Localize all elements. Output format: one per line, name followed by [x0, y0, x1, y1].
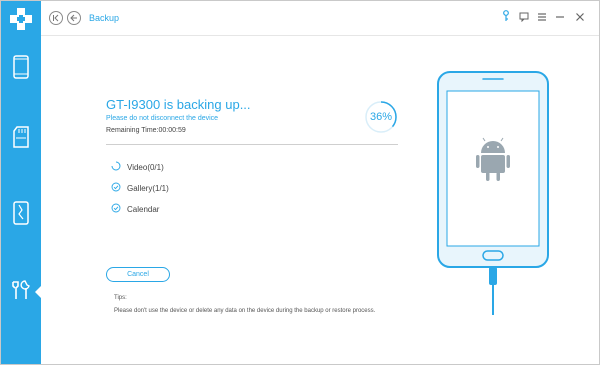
close-icon	[575, 9, 585, 27]
phone-illustration	[437, 71, 549, 315]
sidebar-item-tools[interactable]	[1, 268, 41, 316]
broken-phone-icon	[13, 200, 29, 230]
sd-card-icon	[13, 125, 29, 153]
menu-icon	[537, 9, 547, 27]
back-button[interactable]	[67, 11, 81, 25]
cancel-button[interactable]: Cancel	[106, 267, 170, 282]
phone-icon	[13, 54, 29, 84]
tools-icon	[10, 279, 32, 306]
backup-heading: GT-I9300 is backing up...	[106, 97, 251, 112]
divider	[106, 144, 398, 145]
sidebar-item-broken-phone[interactable]	[1, 191, 41, 239]
first-page-button[interactable]	[49, 11, 63, 25]
close-button[interactable]	[573, 11, 587, 25]
progress-percent: 36%	[369, 111, 393, 123]
key-icon	[502, 9, 510, 27]
sidebar	[1, 1, 41, 364]
minimize-button[interactable]	[553, 11, 567, 25]
backup-item-calendar: Calendar	[111, 203, 159, 215]
backup-item-video: Video(0/1)	[111, 161, 164, 173]
backup-item-label: Video(0/1)	[127, 162, 164, 172]
disconnect-warning: Please do not disconnect the device	[106, 115, 219, 122]
tips-title: Tips:	[114, 295, 127, 301]
page-title: Backup	[89, 13, 120, 23]
chat-icon	[519, 9, 529, 27]
check-circle-icon	[111, 179, 121, 197]
loading-spinner-icon	[111, 158, 121, 176]
sidebar-item-sd-card[interactable]	[1, 115, 41, 163]
backup-item-label: Calendar	[127, 204, 160, 214]
feedback-button[interactable]	[517, 11, 531, 25]
sidebar-item-phone[interactable]	[1, 45, 41, 93]
remaining-time: Remaining Time:00:00:59	[106, 127, 186, 134]
title-bar: Backup	[41, 1, 599, 36]
app-window: Backup GT-I9300 is backing up... Please …	[0, 0, 600, 365]
backup-item-label: Gallery(1/1)	[127, 183, 169, 193]
key-button[interactable]	[499, 9, 513, 27]
minimize-icon	[555, 9, 565, 27]
active-indicator	[35, 286, 41, 298]
app-logo	[8, 6, 34, 32]
usb-connector	[489, 267, 497, 285]
backup-item-gallery: Gallery(1/1)	[111, 182, 169, 194]
first-page-icon	[52, 9, 60, 27]
back-arrow-icon	[70, 9, 78, 27]
check-circle-icon	[111, 200, 121, 218]
tips-text: Please don't use the device or delete an…	[114, 308, 376, 314]
menu-button[interactable]	[535, 11, 549, 25]
